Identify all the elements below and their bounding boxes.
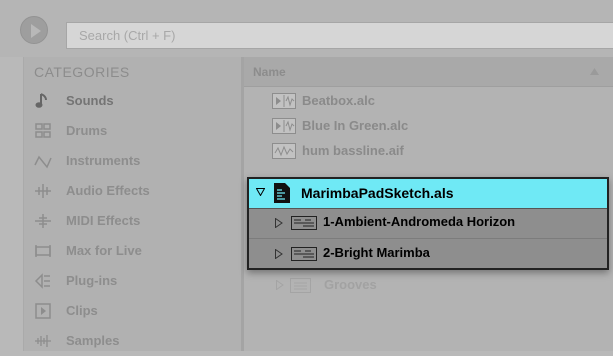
- sidebar-item-instruments[interactable]: Instruments: [24, 146, 241, 176]
- column-header-label: Name: [253, 65, 286, 79]
- set-title: MarimbaPadSketch.als: [301, 185, 454, 201]
- sidebar-item-label: Samples: [66, 333, 120, 348]
- play-icon: [31, 24, 41, 38]
- track-item[interactable]: 2-Bright Marimba: [249, 238, 607, 269]
- plugin-icon: [34, 273, 50, 289]
- list-item[interactable]: Beatbox.alc: [244, 89, 613, 113]
- track-item[interactable]: 1-Ambient-Andromeda Horizon: [249, 208, 607, 238]
- max-for-live-icon: [35, 245, 51, 257]
- sidebar-item-audio-effects[interactable]: Audio Effects: [24, 176, 241, 206]
- audio-file-icon: [272, 143, 296, 159]
- categories-sidebar: CATEGORIES Sounds Drums Instruments Audi…: [24, 57, 241, 351]
- sort-ascending-icon: [590, 68, 599, 75]
- track-label: 2-Bright Marimba: [323, 245, 430, 260]
- sidebar-item-midi-effects[interactable]: MIDI Effects: [24, 206, 241, 236]
- sidebar-item-label: Plug-ins: [66, 273, 118, 288]
- waveform-icon: [34, 155, 52, 169]
- folder-label: Grooves: [324, 277, 377, 292]
- note-icon: [35, 93, 47, 108]
- categories-header: CATEGORIES: [34, 64, 130, 80]
- set-popout: MarimbaPadSketch.als 1-Ambient-Andromeda…: [247, 177, 609, 270]
- list-item[interactable]: Blue In Green.alc: [244, 114, 613, 138]
- audio-effects-icon: [35, 184, 51, 198]
- sidebar-item-sounds[interactable]: Sounds: [24, 86, 241, 116]
- expand-triangle-icon: [276, 280, 284, 290]
- clip-icon: [35, 303, 51, 319]
- file-label: Beatbox.alc: [302, 93, 375, 108]
- name-column-header[interactable]: Name: [244, 57, 613, 87]
- sidebar-item-label: Audio Effects: [66, 183, 150, 198]
- track-icon: [291, 247, 317, 261]
- midi-effects-icon: [35, 214, 51, 228]
- search-input[interactable]: Search (Ctrl + F): [66, 22, 613, 49]
- file-label: Blue In Green.alc: [302, 118, 409, 133]
- sidebar-item-label: MIDI Effects: [66, 213, 141, 228]
- clip-file-icon: [272, 93, 296, 109]
- list-item[interactable]: Grooves: [244, 273, 613, 297]
- collapse-triangle-icon[interactable]: [256, 188, 265, 196]
- sidebar-item-plug-ins[interactable]: Plug-ins: [24, 266, 241, 296]
- live-set-file-icon: [274, 183, 290, 203]
- samples-icon: [35, 335, 51, 347]
- sidebar-item-label: Clips: [66, 303, 98, 318]
- sidebar-item-label: Sounds: [66, 93, 114, 108]
- sidebar-item-label: Max for Live: [66, 243, 142, 258]
- folder-icon: [290, 278, 311, 293]
- list-item[interactable]: hum bassline.aif: [244, 139, 613, 163]
- clip-file-icon: [272, 118, 296, 134]
- play-preview-button[interactable]: [20, 16, 48, 44]
- sidebar-item-samples[interactable]: Samples: [24, 326, 241, 356]
- sidebar-item-max-for-live[interactable]: Max for Live: [24, 236, 241, 266]
- sidebar-item-drums[interactable]: Drums: [24, 116, 241, 146]
- track-icon: [291, 216, 317, 230]
- track-label: 1-Ambient-Andromeda Horizon: [323, 214, 516, 229]
- sidebar-item-label: Instruments: [66, 153, 141, 168]
- sidebar-item-label: Drums: [66, 123, 108, 138]
- set-item-selected[interactable]: MarimbaPadSketch.als: [249, 179, 607, 209]
- drum-pads-icon: [35, 123, 51, 138]
- expand-triangle-icon[interactable]: [275, 249, 283, 259]
- sidebar-item-clips[interactable]: Clips: [24, 296, 241, 326]
- expand-triangle-icon[interactable]: [275, 218, 283, 228]
- top-bar: Search (Ctrl + F): [0, 0, 613, 57]
- file-label: hum bassline.aif: [302, 143, 404, 158]
